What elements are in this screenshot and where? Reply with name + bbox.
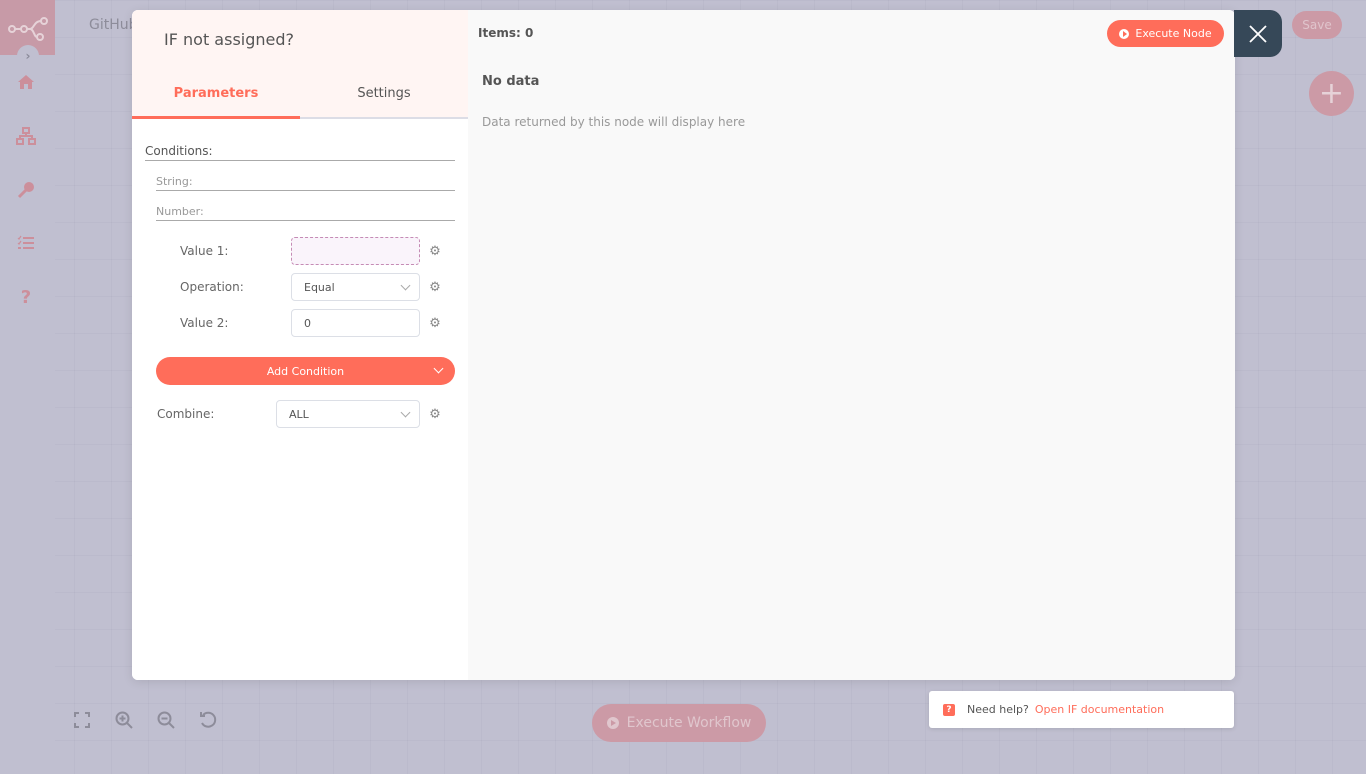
gears-icon: ⚙ [429, 406, 441, 422]
sidebar-item-executions[interactable] [12, 229, 40, 257]
add-node-button[interactable]: + [1309, 71, 1354, 116]
value1-label: Value 1: [180, 244, 229, 258]
help-toast: ? Need help? Open IF documentation [929, 691, 1234, 728]
operation-select[interactable]: Equal [291, 273, 420, 301]
sidebar-item-workflows[interactable] [12, 122, 40, 150]
gears-icon: ⚙ [429, 315, 441, 331]
combine-options-button[interactable]: ⚙ [426, 406, 444, 422]
items-count: Items: 0 [478, 26, 534, 40]
play-icon [1119, 28, 1130, 39]
operation-options-button[interactable]: ⚙ [426, 279, 444, 295]
combine-value: ALL [289, 407, 309, 421]
sidebar-item-help[interactable]: ? [12, 283, 40, 311]
n8n-logo-icon [7, 16, 48, 41]
question-icon: ? [20, 286, 32, 308]
combine-row: Combine: ALL ⚙ [132, 400, 442, 428]
add-condition-label: Add Condition [266, 364, 345, 378]
value2-row: Value 2: 0 ⚙ [132, 309, 442, 337]
no-data-text: Data returned by this node will display … [482, 115, 746, 129]
list-check-icon [17, 235, 34, 249]
execute-workflow-button[interactable]: Execute Workflow [592, 704, 766, 742]
zoom-toolbar [72, 708, 218, 732]
chevron-down-icon [400, 407, 411, 418]
parameters-form: Conditions: String: Number: [145, 144, 455, 221]
close-icon [1249, 24, 1267, 43]
combine-label: Combine: [157, 407, 215, 421]
operation-value: Equal [304, 280, 335, 294]
execute-node-label: Execute Node [1135, 27, 1212, 40]
zoom-out-button[interactable] [156, 708, 176, 732]
value2-label: Value 2: [180, 316, 229, 330]
workflow-title[interactable]: GitHub [89, 17, 138, 33]
plus-icon: + [1318, 76, 1345, 111]
sidebar-item-credentials[interactable] [12, 176, 40, 204]
chevron-right-icon: › [25, 49, 31, 63]
value2-input[interactable]: 0 [291, 309, 420, 337]
combine-select[interactable]: ALL [276, 400, 420, 428]
zoom-out-icon [157, 711, 175, 729]
node-details-modal: IF not assigned? Parameters Settings Con… [132, 10, 1235, 680]
chevron-down-icon [400, 280, 411, 291]
value2-options-button[interactable]: ⚙ [426, 315, 444, 331]
value1-input[interactable] [291, 237, 420, 265]
question-icon: ? [943, 703, 955, 716]
fullscreen-button[interactable] [72, 708, 92, 732]
number-label: Number: [156, 205, 455, 221]
gears-icon: ⚙ [429, 279, 441, 295]
home-icon [18, 75, 34, 89]
key-icon [17, 182, 34, 199]
sidebar-item-home[interactable] [12, 68, 40, 96]
sidebar: › ? [0, 0, 55, 774]
output-pane: Items: 0 Execute Node No data Data retur… [468, 10, 1235, 680]
network-icon [16, 127, 36, 145]
chevron-down-icon [433, 363, 444, 374]
tab-parameters[interactable]: Parameters [132, 70, 300, 119]
add-condition-button[interactable]: Add Condition [156, 357, 455, 385]
expand-sidebar-button[interactable]: › [17, 45, 39, 67]
operation-label: Operation: [180, 280, 244, 294]
close-modal-button[interactable] [1234, 10, 1282, 57]
value1-row: Value 1: ⚙ [132, 237, 442, 265]
node-tabs: Parameters Settings [132, 70, 468, 119]
documentation-link[interactable]: Open IF documentation [1035, 703, 1164, 716]
zoom-in-icon [115, 711, 133, 729]
operation-row: Operation: Equal ⚙ [132, 273, 442, 301]
save-button[interactable]: Save [1292, 11, 1342, 39]
execute-node-button[interactable]: Execute Node [1107, 20, 1224, 47]
conditions-label: Conditions: [145, 144, 455, 161]
zoom-in-button[interactable] [114, 708, 134, 732]
value1-options-button[interactable]: ⚙ [426, 243, 444, 259]
parameters-pane: IF not assigned? Parameters Settings Con… [132, 10, 468, 680]
node-header: IF not assigned? Parameters Settings [132, 10, 468, 119]
fullscreen-icon [74, 712, 90, 728]
node-title[interactable]: IF not assigned? [164, 30, 294, 49]
tab-settings[interactable]: Settings [300, 70, 468, 117]
play-icon [606, 717, 619, 729]
string-label: String: [156, 175, 455, 191]
reset-zoom-button[interactable] [198, 708, 218, 732]
help-prefix: Need help? [967, 703, 1029, 716]
execute-workflow-label: Execute Workflow [626, 715, 752, 731]
gears-icon: ⚙ [429, 243, 441, 259]
no-data-title: No data [482, 74, 540, 89]
reset-zoom-icon [200, 711, 217, 728]
